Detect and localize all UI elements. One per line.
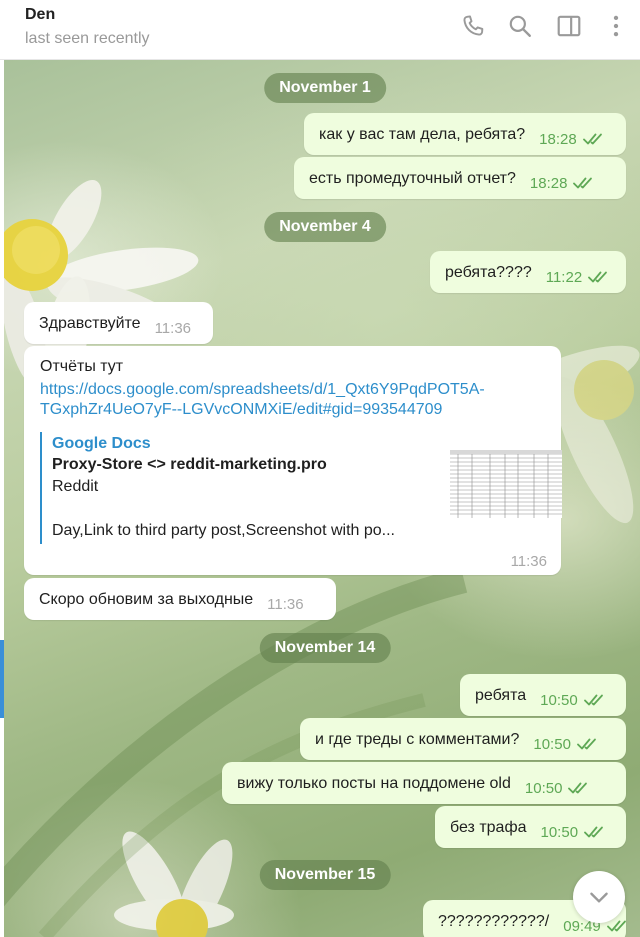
contact-name[interactable]: Den	[25, 6, 55, 24]
chat-header: Den last seen recently	[0, 0, 640, 60]
message-text: есть промедуточный отчет?	[309, 170, 516, 187]
date-separator: November 4	[264, 212, 386, 242]
message-outgoing[interactable]: без трафа 10:50	[435, 806, 626, 848]
message-time: 11:22	[545, 268, 583, 286]
message-text: как у вас там дела, ребята?	[319, 126, 526, 143]
date-separator: November 14	[259, 633, 391, 663]
message-time: 11:36	[154, 319, 192, 337]
phone-icon[interactable]	[460, 13, 486, 39]
spreadsheet-thumbnail-icon	[450, 450, 562, 518]
message-time: 10:50	[540, 823, 579, 841]
message-incoming[interactable]: Скоро обновим за выходные 11:36	[24, 578, 336, 620]
message-text: ????????????/	[438, 913, 550, 930]
message-outgoing[interactable]: есть промедуточный отчет? 18:28	[294, 157, 626, 199]
double-check-icon	[582, 133, 602, 145]
message-outgoing[interactable]: ребята???? 11:22	[430, 251, 626, 293]
double-check-icon	[573, 177, 593, 189]
message-text: Скоро обновим за выходные	[39, 591, 254, 608]
more-vertical-icon[interactable]	[603, 13, 629, 39]
date-separator: November 15	[259, 860, 391, 890]
message-outgoing[interactable]: как у вас там дела, ребята? 18:28	[304, 113, 626, 155]
double-check-icon	[588, 271, 608, 283]
chat-history[interactable]: November 1 как у вас там дела, ребята? 1…	[4, 60, 640, 937]
double-check-icon	[583, 694, 603, 706]
selection-accent-bar	[0, 640, 4, 718]
message-time: 11:36	[510, 553, 547, 570]
double-check-icon	[577, 738, 596, 750]
message-time: 10:50	[540, 691, 578, 709]
message-incoming[interactable]: Здравствуйте 11:36	[24, 302, 213, 344]
message-time: 18:28	[529, 174, 568, 192]
message-time: 11:36	[267, 595, 304, 613]
link-preview[interactable]: Google Docs Proxy-Store <> reddit-market…	[40, 432, 562, 544]
message-time: 10:50	[533, 735, 571, 753]
preview-description-detail: Day,Link to third party post,Screenshot …	[52, 522, 395, 539]
message-text: вижу только посты на поддомене old	[237, 775, 511, 792]
message-link[interactable]: https://docs.google.com/spreadsheets/d/1…	[40, 380, 545, 420]
double-check-icon	[584, 826, 603, 838]
message-incoming-link[interactable]: Отчёты тут https://docs.google.com/sprea…	[24, 346, 562, 575]
message-outgoing[interactable]: ребята 10:50	[460, 674, 626, 716]
message-outgoing[interactable]: и где треды с комментами? 10:50	[300, 718, 626, 760]
message-text: без трафа	[450, 819, 527, 836]
chevron-down-icon	[590, 892, 608, 903]
message-text: ребята????	[445, 264, 532, 281]
date-separator: November 1	[264, 73, 386, 103]
message-text: и где треды с комментами?	[315, 731, 520, 748]
contact-status: last seen recently	[25, 30, 150, 47]
message-text: Отчёты тут	[40, 358, 124, 375]
side-panel-icon[interactable]	[556, 13, 582, 39]
search-icon[interactable]	[507, 13, 533, 39]
message-text: Здравствуйте	[39, 315, 141, 332]
message-time: 18:28	[539, 130, 577, 148]
message-text: ребята	[475, 687, 527, 704]
double-check-icon	[606, 920, 626, 932]
message-time: 10:50	[524, 779, 563, 797]
double-check-icon	[568, 782, 588, 794]
message-outgoing[interactable]: вижу только посты на поддомене old 10:50	[222, 762, 626, 804]
scroll-to-bottom-button[interactable]	[573, 871, 625, 923]
